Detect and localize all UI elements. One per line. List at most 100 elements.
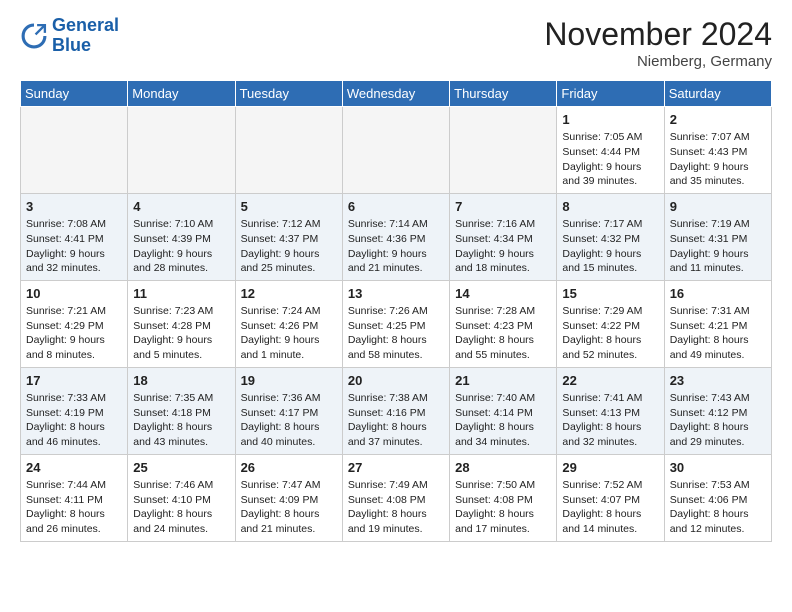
day-info: Daylight: 8 hours [455, 333, 551, 348]
day-info: Sunrise: 7:16 AM [455, 217, 551, 232]
calendar-cell: 2Sunrise: 7:07 AMSunset: 4:43 PMDaylight… [664, 107, 771, 194]
day-info: and 19 minutes. [348, 522, 444, 537]
day-number: 17 [26, 372, 122, 390]
header-friday: Friday [557, 81, 664, 107]
day-info: Daylight: 9 hours [670, 247, 766, 262]
day-number: 13 [348, 285, 444, 303]
day-info: Sunset: 4:36 PM [348, 232, 444, 247]
day-info: Sunset: 4:26 PM [241, 319, 337, 334]
day-number: 1 [562, 111, 658, 129]
day-info: Sunset: 4:28 PM [133, 319, 229, 334]
day-number: 21 [455, 372, 551, 390]
location: Niemberg, Germany [544, 53, 772, 70]
day-number: 23 [670, 372, 766, 390]
day-info: and 26 minutes. [26, 522, 122, 537]
day-info: Daylight: 9 hours [562, 247, 658, 262]
day-info: Sunrise: 7:19 AM [670, 217, 766, 232]
header-thursday: Thursday [450, 81, 557, 107]
calendar-cell: 19Sunrise: 7:36 AMSunset: 4:17 PMDayligh… [235, 367, 342, 454]
day-info: Daylight: 8 hours [241, 420, 337, 435]
calendar-cell: 12Sunrise: 7:24 AMSunset: 4:26 PMDayligh… [235, 280, 342, 367]
calendar-cell: 8Sunrise: 7:17 AMSunset: 4:32 PMDaylight… [557, 193, 664, 280]
day-info: Daylight: 9 hours [133, 247, 229, 262]
day-number: 8 [562, 198, 658, 216]
day-number: 14 [455, 285, 551, 303]
calendar-cell: 29Sunrise: 7:52 AMSunset: 4:07 PMDayligh… [557, 454, 664, 541]
day-info: Sunrise: 7:28 AM [455, 304, 551, 319]
day-info: Sunset: 4:23 PM [455, 319, 551, 334]
day-info: Daylight: 9 hours [670, 160, 766, 175]
day-info: Daylight: 9 hours [562, 160, 658, 175]
calendar-cell: 15Sunrise: 7:29 AMSunset: 4:22 PMDayligh… [557, 280, 664, 367]
day-info: and 18 minutes. [455, 261, 551, 276]
day-info: Sunrise: 7:44 AM [26, 478, 122, 493]
day-info: Sunrise: 7:12 AM [241, 217, 337, 232]
day-info: Daylight: 9 hours [241, 247, 337, 262]
logo-text: General Blue [52, 16, 119, 56]
calendar-cell: 13Sunrise: 7:26 AMSunset: 4:25 PMDayligh… [342, 280, 449, 367]
day-info: Daylight: 8 hours [562, 507, 658, 522]
week-row-1: 3Sunrise: 7:08 AMSunset: 4:41 PMDaylight… [21, 193, 772, 280]
day-info: Sunset: 4:06 PM [670, 493, 766, 508]
day-info: and 52 minutes. [562, 348, 658, 363]
day-number: 5 [241, 198, 337, 216]
day-info: Sunrise: 7:05 AM [562, 130, 658, 145]
day-number: 27 [348, 459, 444, 477]
calendar-cell [21, 107, 128, 194]
day-info: and 5 minutes. [133, 348, 229, 363]
day-info: and 58 minutes. [348, 348, 444, 363]
day-info: and 29 minutes. [670, 435, 766, 450]
day-info: Sunset: 4:11 PM [26, 493, 122, 508]
calendar-cell: 26Sunrise: 7:47 AMSunset: 4:09 PMDayligh… [235, 454, 342, 541]
page: General Blue November 2024 Niemberg, Ger… [0, 0, 792, 554]
day-info: Sunset: 4:32 PM [562, 232, 658, 247]
day-info: and 21 minutes. [348, 261, 444, 276]
day-info: Sunrise: 7:52 AM [562, 478, 658, 493]
logo: General Blue [20, 16, 119, 56]
day-info: Daylight: 8 hours [26, 507, 122, 522]
day-info: Sunrise: 7:38 AM [348, 391, 444, 406]
day-info: and 43 minutes. [133, 435, 229, 450]
calendar-cell: 16Sunrise: 7:31 AMSunset: 4:21 PMDayligh… [664, 280, 771, 367]
day-info: Sunrise: 7:40 AM [455, 391, 551, 406]
day-number: 6 [348, 198, 444, 216]
day-number: 26 [241, 459, 337, 477]
day-info: Daylight: 9 hours [455, 247, 551, 262]
day-info: Daylight: 9 hours [348, 247, 444, 262]
day-info: Sunset: 4:13 PM [562, 406, 658, 421]
day-info: and 32 minutes. [26, 261, 122, 276]
day-info: and 12 minutes. [670, 522, 766, 537]
calendar-cell: 1Sunrise: 7:05 AMSunset: 4:44 PMDaylight… [557, 107, 664, 194]
day-info: Daylight: 8 hours [241, 507, 337, 522]
day-info: Sunrise: 7:33 AM [26, 391, 122, 406]
day-info: Sunset: 4:09 PM [241, 493, 337, 508]
day-info: and 46 minutes. [26, 435, 122, 450]
day-info: Sunrise: 7:43 AM [670, 391, 766, 406]
day-number: 20 [348, 372, 444, 390]
day-number: 16 [670, 285, 766, 303]
calendar-cell: 20Sunrise: 7:38 AMSunset: 4:16 PMDayligh… [342, 367, 449, 454]
header-wednesday: Wednesday [342, 81, 449, 107]
day-info: Sunrise: 7:07 AM [670, 130, 766, 145]
day-info: Sunset: 4:34 PM [455, 232, 551, 247]
day-info: Sunset: 4:39 PM [133, 232, 229, 247]
day-number: 28 [455, 459, 551, 477]
day-number: 4 [133, 198, 229, 216]
calendar-cell [235, 107, 342, 194]
month-title: November 2024 [544, 16, 772, 53]
day-info: and 39 minutes. [562, 174, 658, 189]
header-row: SundayMondayTuesdayWednesdayThursdayFrid… [21, 81, 772, 107]
day-number: 2 [670, 111, 766, 129]
day-info: Sunrise: 7:35 AM [133, 391, 229, 406]
day-info: and 34 minutes. [455, 435, 551, 450]
day-info: Sunrise: 7:50 AM [455, 478, 551, 493]
day-info: Sunset: 4:08 PM [348, 493, 444, 508]
day-number: 18 [133, 372, 229, 390]
day-info: Sunrise: 7:21 AM [26, 304, 122, 319]
day-info: and 40 minutes. [241, 435, 337, 450]
day-info: Sunset: 4:17 PM [241, 406, 337, 421]
day-number: 30 [670, 459, 766, 477]
day-info: and 32 minutes. [562, 435, 658, 450]
day-number: 24 [26, 459, 122, 477]
day-info: Sunrise: 7:26 AM [348, 304, 444, 319]
